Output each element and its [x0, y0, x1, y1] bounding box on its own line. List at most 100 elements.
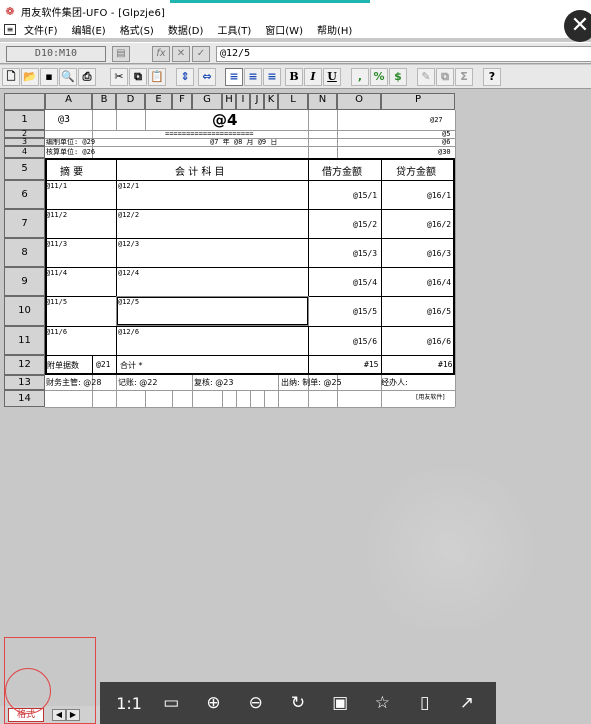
credit-cell[interactable]: @16/2	[427, 220, 451, 229]
attachments-label[interactable]: 附单据数	[47, 360, 79, 371]
credit-cell[interactable]: @16/4	[427, 278, 451, 287]
actual-size-button[interactable]: 1:1	[115, 694, 143, 713]
debit-cell[interactable]: @15/1	[353, 191, 377, 200]
fit-screen-icon[interactable]: ▭	[157, 693, 185, 713]
row-header[interactable]: 12	[4, 355, 45, 375]
debit-cell[interactable]: @15/4	[353, 278, 377, 287]
column-header[interactable]: A	[45, 93, 92, 110]
reviewer-cell[interactable]: 复核: @23	[194, 377, 233, 388]
underline-button[interactable]: U	[323, 68, 341, 86]
cancel-edit-button[interactable]: ✕	[172, 46, 190, 62]
column-header[interactable]: G	[192, 93, 222, 110]
cashier-preparer-cell[interactable]: 出纳: 制单: @25	[281, 377, 342, 388]
align-center-icon[interactable]: ≡	[244, 68, 262, 86]
summary-cell[interactable]: @11/3	[46, 240, 67, 248]
column-width-icon[interactable]: ⇔	[198, 68, 216, 86]
sum-icon[interactable]: Σ	[455, 68, 473, 86]
save-icon[interactable]: ▪	[40, 68, 58, 86]
total-label[interactable]: 合计 *	[120, 360, 143, 371]
column-header[interactable]: J	[250, 93, 264, 110]
italic-button[interactable]: I	[304, 68, 322, 86]
close-icon[interactable]: ✕	[564, 10, 591, 42]
voucher-title-cell[interactable]: @4	[212, 111, 237, 129]
row-header[interactable]: 7	[4, 209, 45, 238]
paste-icon[interactable]: 📋	[148, 68, 166, 86]
new-file-icon[interactable]: 🗋	[2, 68, 20, 86]
cell-p3[interactable]: @6	[442, 139, 450, 146]
subject-cell[interactable]: @12/4	[118, 269, 139, 277]
device-icon[interactable]: ▯	[411, 693, 439, 713]
fx-button[interactable]: fx	[152, 46, 170, 62]
column-header[interactable]: H	[222, 93, 236, 110]
summary-cell[interactable]: @11/2	[46, 211, 67, 219]
rotate-icon[interactable]: ↻	[284, 693, 312, 713]
summary-cell[interactable]: @11/6	[46, 328, 67, 336]
title-underline-cell[interactable]: =====================	[165, 131, 254, 138]
finance-supervisor-cell[interactable]: 财务主管: @28	[46, 377, 101, 388]
zoom-in-icon[interactable]: ⊕	[200, 693, 228, 713]
column-header[interactable]: E	[145, 93, 172, 110]
bold-button[interactable]: B	[285, 68, 303, 86]
summary-cell[interactable]: @11/1	[46, 182, 67, 190]
credit-cell[interactable]: @16/1	[427, 191, 451, 200]
cell-a1[interactable]: @3	[58, 114, 70, 125]
row-header[interactable]: 4	[4, 146, 45, 158]
sort-icon[interactable]: ⧉	[436, 68, 454, 86]
menu-window[interactable]: 窗口(W)	[265, 22, 303, 37]
column-header[interactable]: O	[337, 93, 381, 110]
debit-cell[interactable]: @15/3	[353, 249, 377, 258]
row-height-icon[interactable]: ⇕	[176, 68, 194, 86]
select-all-corner[interactable]	[4, 93, 45, 110]
bookkeeper-cell[interactable]: 记账: @22	[118, 377, 157, 388]
open-folder-icon[interactable]: 📂	[21, 68, 39, 86]
row-header[interactable]: 9	[4, 267, 45, 296]
total-credit-cell[interactable]: #16	[438, 360, 452, 369]
row-header[interactable]: 3	[4, 138, 45, 146]
summary-cell[interactable]: @11/5	[46, 298, 67, 306]
column-header[interactable]: K	[264, 93, 278, 110]
debit-cell[interactable]: @15/6	[353, 337, 377, 346]
cut-icon[interactable]: ✂	[110, 68, 128, 86]
debit-cell[interactable]: @15/5	[353, 307, 377, 316]
column-header[interactable]: F	[172, 93, 192, 110]
function-wizard-icon[interactable]: ▤	[112, 46, 130, 62]
align-right-icon[interactable]: ≡	[263, 68, 281, 86]
share-icon[interactable]: ↗	[453, 693, 481, 713]
attachments-count-cell[interactable]: @21	[96, 360, 110, 369]
accounting-unit-cell[interactable]: 核算单位: @26	[46, 148, 95, 156]
menu-data[interactable]: 数据(D)	[168, 22, 204, 37]
column-header[interactable]: P	[381, 93, 455, 110]
ufida-software-cell[interactable]: [用友软件]	[416, 392, 445, 401]
row-header[interactable]: 1	[4, 110, 45, 130]
print-icon[interactable]: ⎙	[78, 68, 96, 86]
credit-cell[interactable]: @16/3	[427, 249, 451, 258]
handler-cell[interactable]: 经办人:	[381, 377, 408, 388]
row-header[interactable]: 13	[4, 375, 45, 390]
comma-style-button[interactable]: ,	[351, 68, 369, 86]
chart-wizard-icon[interactable]: ✎	[417, 68, 435, 86]
cell-p4[interactable]: @30	[438, 148, 451, 156]
debit-cell[interactable]: @15/2	[353, 220, 377, 229]
menu-file[interactable]: 文件(F)	[24, 22, 58, 37]
column-header[interactable]: I	[236, 93, 250, 110]
document-icon[interactable]: ≡	[4, 23, 16, 35]
row-header[interactable]: 14	[4, 390, 45, 407]
subject-cell[interactable]: @12/6	[118, 328, 139, 336]
column-header[interactable]: L	[278, 93, 308, 110]
compiled-unit-cell[interactable]: 编制单位: @29	[46, 139, 95, 146]
percent-style-button[interactable]: %	[370, 68, 388, 86]
align-left-icon[interactable]: ≡	[225, 68, 243, 86]
formula-input[interactable]: @12/5	[216, 46, 591, 62]
currency-style-button[interactable]: $	[389, 68, 407, 86]
cell-p2[interactable]: @5	[442, 131, 450, 138]
row-header[interactable]: 6	[4, 180, 45, 209]
cell-p1[interactable]: @27	[430, 116, 443, 124]
subject-cell[interactable]: @12/5	[118, 298, 139, 306]
help-button[interactable]: ?	[483, 68, 501, 86]
credit-cell[interactable]: @16/6	[427, 337, 451, 346]
menu-help[interactable]: 帮助(H)	[317, 22, 352, 37]
total-debit-cell[interactable]: #15	[364, 360, 378, 369]
row-header[interactable]: 5	[4, 158, 45, 180]
print-preview-icon[interactable]: 🔍	[59, 68, 77, 86]
column-header[interactable]: N	[308, 93, 337, 110]
